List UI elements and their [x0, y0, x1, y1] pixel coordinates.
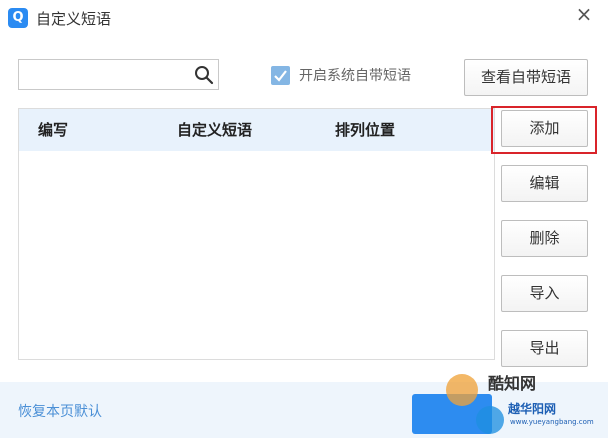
search-input[interactable] — [19, 60, 189, 89]
watermark-text: 酷知网 — [488, 374, 537, 393]
highlight-annotation — [491, 106, 597, 154]
restore-defaults-link[interactable]: 恢复本页默认 — [18, 402, 102, 422]
column-header-code: 编写 — [38, 121, 69, 139]
search-icon[interactable] — [194, 65, 214, 85]
builtin-phrases-label[interactable]: 开启系统自带短语 — [299, 66, 411, 86]
checkmark-icon — [274, 70, 287, 82]
watermark-text-secondary: 越华阳网 — [508, 402, 557, 416]
search-field[interactable] — [18, 59, 219, 90]
view-builtin-button[interactable]: 查看自带短语 — [464, 59, 588, 96]
table-body[interactable] — [19, 151, 494, 359]
phrases-table: 编写 自定义短语 排列位置 — [18, 108, 495, 360]
column-header-phrase: 自定义短语 — [177, 121, 253, 139]
builtin-phrases-checkbox[interactable] — [271, 66, 290, 85]
column-header-position: 排列位置 — [335, 121, 396, 139]
app-logo-icon: Q — [8, 8, 28, 28]
import-button[interactable]: 导入 — [501, 275, 588, 312]
edit-button[interactable]: 编辑 — [501, 165, 588, 202]
table-header: 编写 自定义短语 排列位置 — [19, 109, 494, 151]
window-title: 自定义短语 — [36, 10, 112, 28]
watermark-url: www.yueyangbang.com — [510, 418, 594, 426]
delete-button[interactable]: 删除 — [501, 220, 588, 257]
close-button[interactable]: × — [572, 2, 596, 26]
